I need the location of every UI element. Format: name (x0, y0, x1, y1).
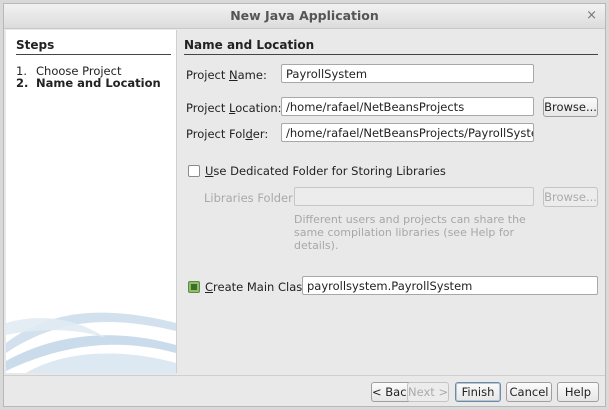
cancel-button[interactable]: Cancel (506, 382, 552, 402)
dialog-title: New Java Application (230, 8, 379, 23)
label-part: ame: (237, 68, 267, 82)
browse-libraries-button: Browse... (543, 187, 598, 207)
step-number: 2. (16, 76, 29, 90)
label-part: reate Main Class (213, 280, 309, 294)
project-folder-field[interactable]: /home/rafael/NetBeansProjects/PayrollSys… (281, 123, 534, 142)
label-part: er: (252, 127, 269, 141)
project-name-label: Project Name: (186, 68, 267, 82)
steps-heading: Steps (16, 38, 171, 55)
dedicated-folder-checkbox[interactable] (188, 165, 200, 177)
help-button[interactable]: Help (557, 382, 599, 402)
finish-button[interactable]: Finish (455, 382, 501, 402)
project-name-field[interactable]: PayrollSystem (281, 64, 534, 83)
label-mnemonic: N (229, 68, 238, 82)
label-part: Project Fol (186, 127, 246, 141)
step-name-and-location: 2. Name and Location (16, 76, 161, 90)
project-folder-label: Project Folder: (186, 127, 268, 141)
create-main-class-label[interactable]: Create Main Class (205, 280, 308, 294)
create-main-class-checkbox[interactable] (188, 281, 200, 293)
next-button: Next > (407, 382, 449, 402)
dedicated-folder-label[interactable]: Use Dedicated Folder for Storing Librari… (205, 164, 446, 178)
libraries-folder-label: Libraries Folder: (204, 191, 297, 205)
label-part: Project (186, 101, 230, 115)
label-part: ocation: (235, 101, 282, 115)
label-mnemonic: C (205, 280, 214, 294)
panel-heading: Name and Location (184, 38, 598, 55)
main-class-field[interactable]: payrollsystem.PayrollSystem (302, 276, 598, 295)
label-part: se Dedicated Folder for Storing Librarie… (213, 164, 446, 178)
label-part: Project (186, 68, 230, 82)
libraries-help-text: Different users and projects can share t… (294, 213, 526, 252)
libraries-folder-field (294, 187, 534, 206)
title-bar[interactable]: New Java Application × (4, 4, 605, 29)
name-and-location-panel: Name and Location Project Name: PayrollS… (184, 30, 598, 373)
button-bar: < Back Next > Finish Cancel Help (4, 375, 605, 407)
project-location-label: Project Location: (186, 101, 282, 115)
step-label: Name and Location (36, 76, 161, 90)
project-location-field[interactable]: /home/rafael/NetBeansProjects (281, 97, 534, 116)
label-mnemonic: d (245, 127, 253, 141)
netbeans-wave-graphic (6, 312, 176, 373)
browse-location-button[interactable]: Browse... (543, 97, 598, 117)
steps-panel: Steps 1. Choose Project 2. Name and Locati… (6, 30, 177, 373)
new-java-application-dialog: New Java Application × Steps 1. Choose Pr… (3, 3, 606, 407)
close-icon[interactable]: × (586, 8, 597, 23)
